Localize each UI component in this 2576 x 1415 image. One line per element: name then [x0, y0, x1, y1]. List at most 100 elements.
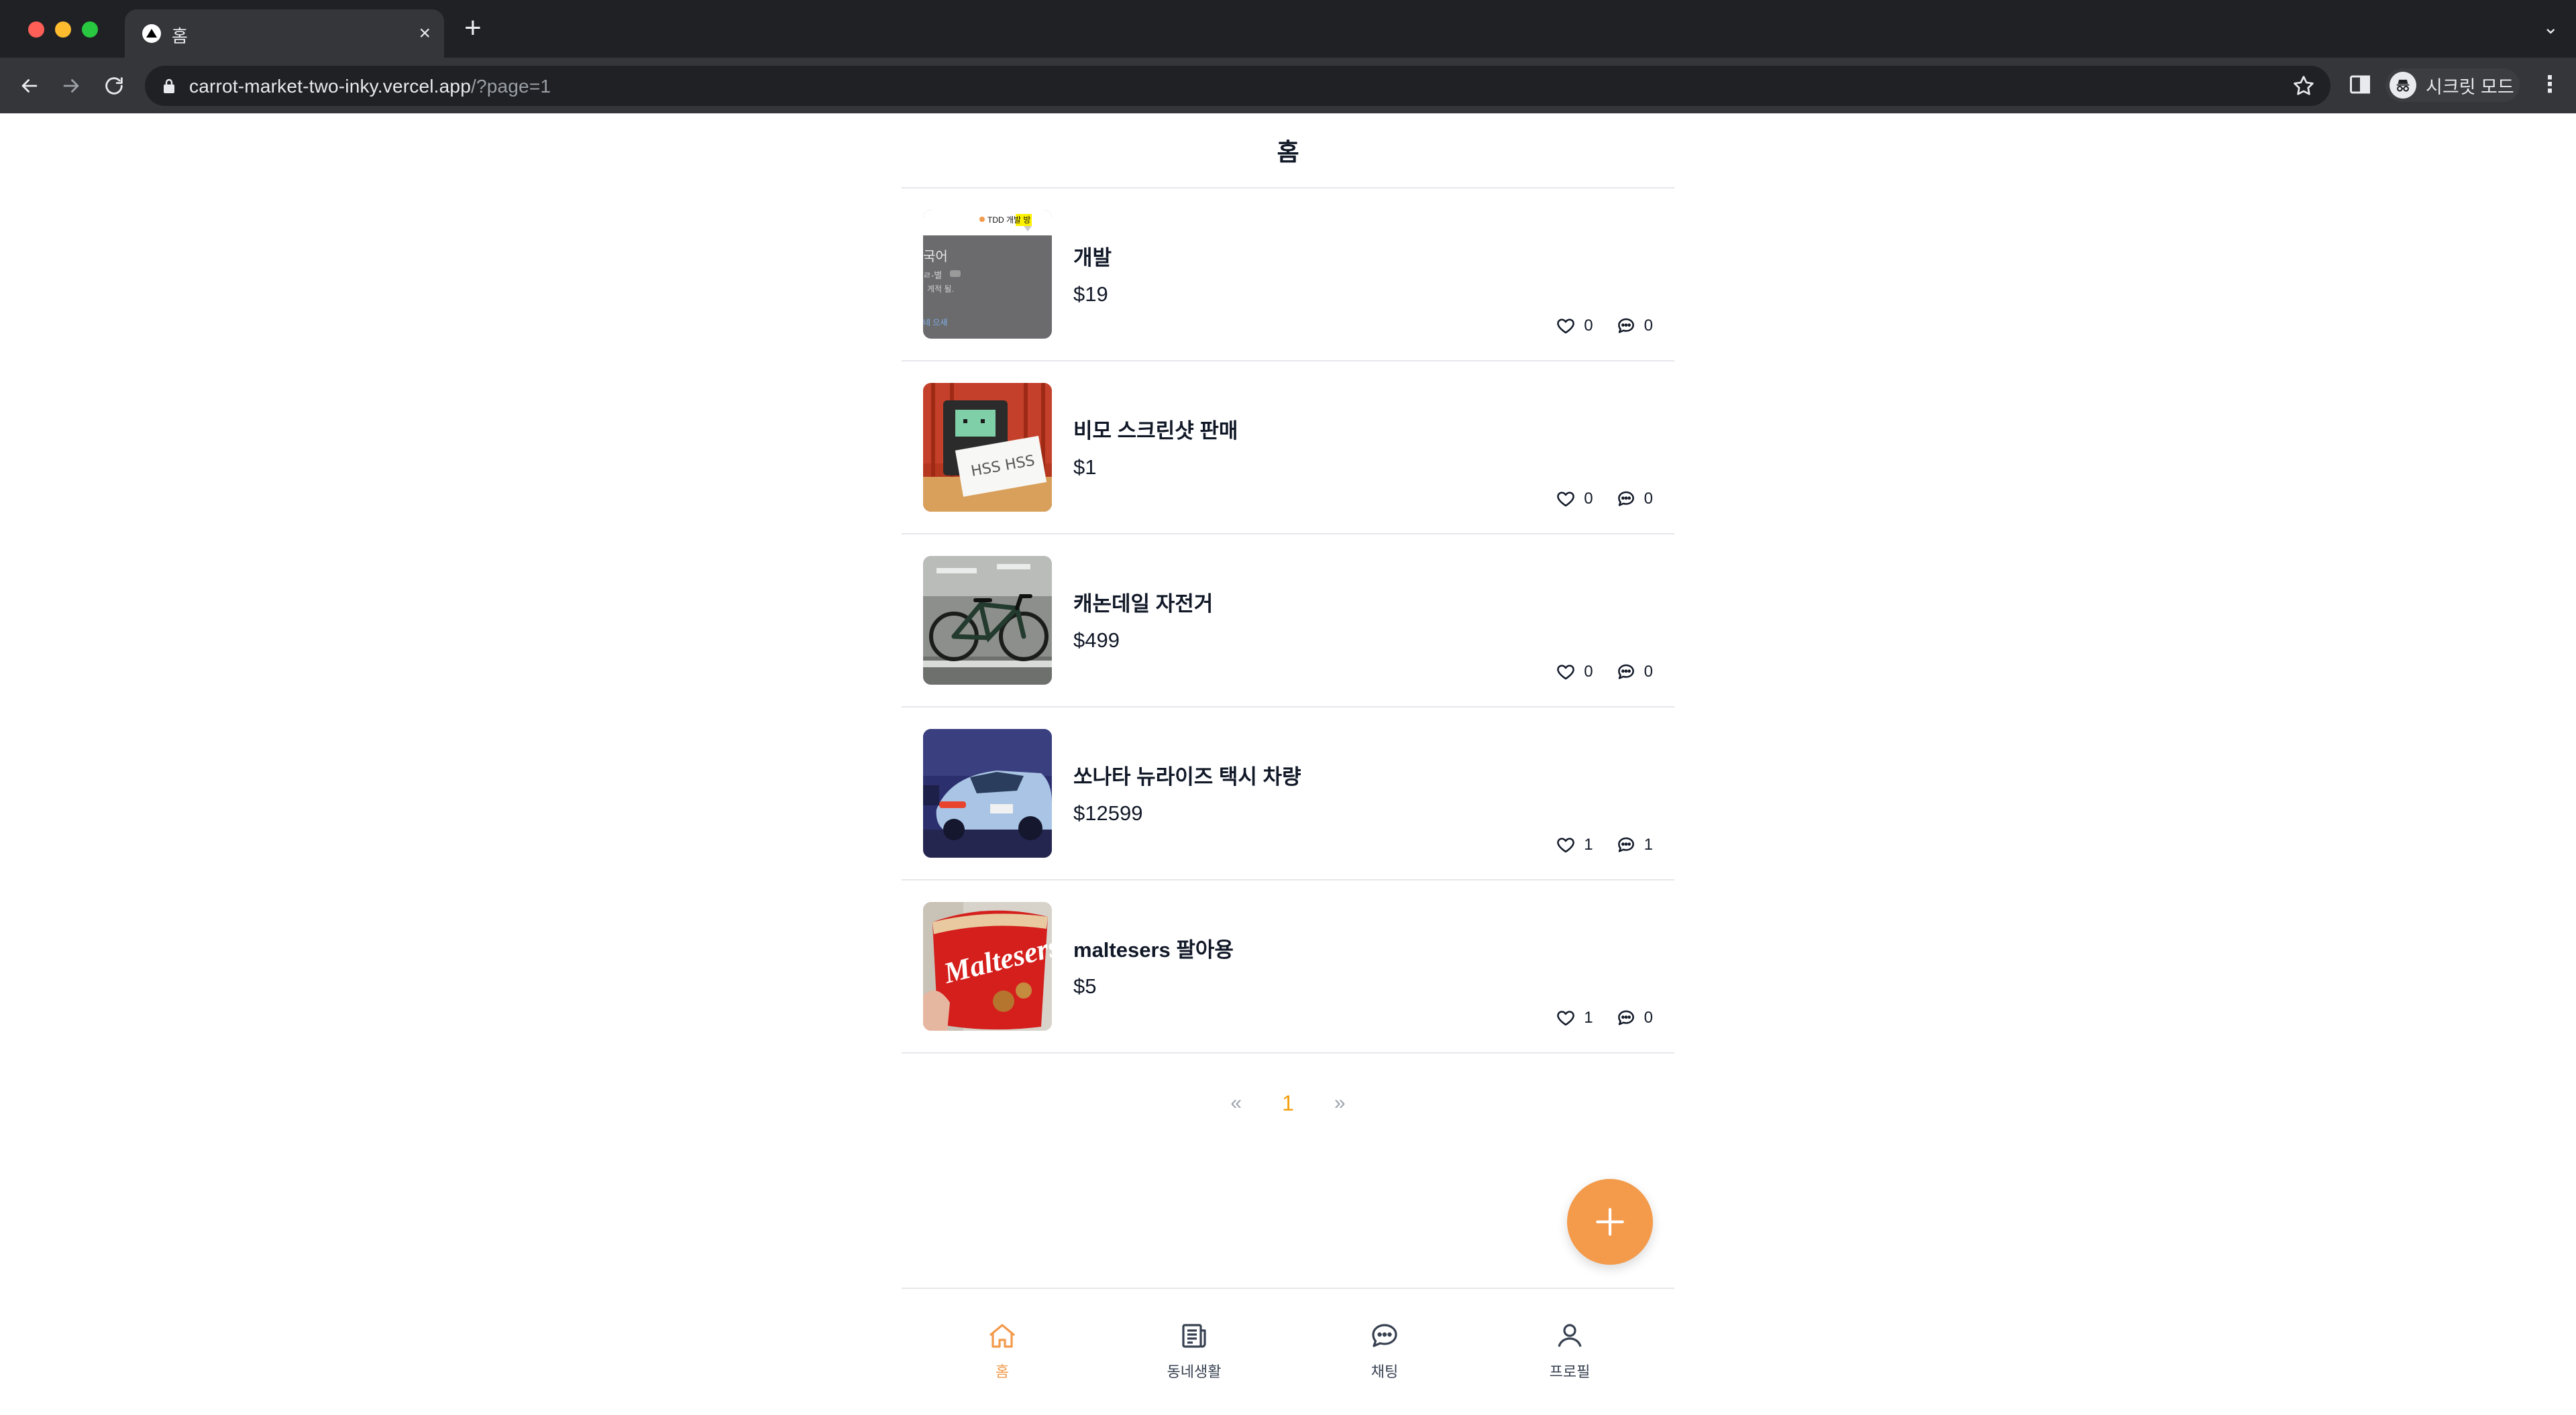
product-thumbnail: Maltesers — [923, 902, 1052, 1031]
comment-count: 0 — [1616, 489, 1653, 509]
heart-icon — [1557, 838, 1575, 853]
nav-item-home[interactable]: 홈 — [955, 1320, 1049, 1381]
chat-bubble-icon — [1617, 318, 1634, 333]
url-text: carrot-market-two-inky.vercel.app/?page=… — [189, 76, 551, 97]
heart-icon — [1557, 665, 1575, 680]
product-stats: 0 0 — [1556, 316, 1653, 336]
svg-text:게적 될.: 게적 될. — [927, 284, 954, 294]
product-stats: 1 1 — [1556, 835, 1653, 855]
like-count: 1 — [1556, 835, 1593, 855]
chat-bubble-icon — [1617, 664, 1634, 679]
product-price: $19 — [1073, 282, 1108, 306]
comment-count: 1 — [1616, 835, 1653, 855]
product-stats: 1 0 — [1556, 1008, 1653, 1028]
product-title: 개발 — [1073, 246, 1112, 270]
next-page-button[interactable]: » — [1334, 1092, 1346, 1115]
add-product-button[interactable] — [1567, 1179, 1653, 1265]
like-count-value: 0 — [1584, 663, 1593, 681]
product-title: 캐논데일 자전거 — [1073, 592, 1214, 616]
heart-icon — [1557, 319, 1575, 334]
incognito-badge[interactable]: 시크릿 모드 — [2385, 68, 2520, 102]
nav-label-chat: 채팅 — [1371, 1363, 1399, 1380]
nav-label-community: 동네생활 — [1167, 1363, 1222, 1380]
reload-button[interactable] — [95, 67, 133, 105]
like-count-value: 0 — [1584, 317, 1593, 335]
page-title: 홈 — [1277, 138, 1299, 166]
product-item[interactable]: Maltesers maltesers 팔아용 $5 1 0 — [902, 881, 1674, 1054]
maximize-window-button[interactable] — [82, 21, 98, 38]
current-page-number[interactable]: 1 — [1282, 1091, 1294, 1116]
browser-menu-icon[interactable]: ⋮ — [2538, 72, 2561, 97]
heart-icon — [1557, 492, 1575, 507]
chat-bubble-icon — [1617, 491, 1634, 506]
comment-count-value: 0 — [1644, 317, 1653, 335]
side-panel-icon[interactable] — [2348, 72, 2372, 97]
product-price: $12599 — [1073, 801, 1143, 825]
comment-count: 0 — [1616, 316, 1653, 336]
user-icon — [1558, 1324, 1582, 1347]
nav-item-chat[interactable]: 채팅 — [1338, 1320, 1432, 1381]
like-count: 0 — [1556, 316, 1593, 336]
arrow-left-icon — [21, 79, 38, 93]
lock-icon — [164, 78, 174, 93]
app-container: 홈 TDD 개발 방 국어 ㄹ-별 게적 될. 네 으새 개발 $19 0 0 … — [902, 113, 1674, 1415]
product-thumbnail — [923, 729, 1052, 858]
nav-label-profile: 프로필 — [1549, 1363, 1591, 1380]
bookmark-star-icon[interactable] — [2292, 74, 2316, 98]
product-title: 쏘나타 뉴라이즈 택시 차량 — [1073, 765, 1301, 789]
product-title: maltesers 팔아용 — [1073, 938, 1234, 962]
comment-count-value: 0 — [1644, 490, 1653, 508]
newspaper-icon — [1182, 1324, 1206, 1348]
tab-close-icon[interactable]: × — [419, 20, 431, 47]
browser-tab[interactable]: 홈 × — [125, 9, 444, 58]
like-count: 0 — [1556, 662, 1593, 682]
like-count: 1 — [1556, 1008, 1593, 1028]
url-path: /?page=1 — [470, 76, 551, 97]
chat-icon — [1372, 1324, 1397, 1347]
plus-icon — [1596, 1208, 1624, 1236]
svg-text:TDD 개발 방: TDD 개발 방 — [987, 215, 1030, 225]
nav-label-home: 홈 — [995, 1363, 1010, 1380]
pagination: « 1 » — [902, 1083, 1674, 1123]
product-stats: 0 0 — [1556, 662, 1653, 682]
product-thumbnail: HSS HSS — [923, 383, 1052, 512]
chat-bubble-icon — [1617, 1010, 1634, 1025]
product-stats: 0 0 — [1556, 489, 1653, 509]
product-title: 비모 스크린샷 판매 — [1073, 419, 1238, 443]
url-host: carrot-market-two-inky.vercel.app — [189, 76, 471, 97]
chat-bubble-icon — [1617, 837, 1634, 852]
svg-text:국어: 국어 — [923, 249, 948, 264]
comment-count-value: 0 — [1644, 663, 1653, 681]
product-item[interactable]: 캐논데일 자전거 $499 0 0 — [902, 534, 1674, 708]
product-item[interactable]: HSS HSS 비모 스크린샷 판매 $1 0 0 — [902, 361, 1674, 534]
product-price: $499 — [1073, 628, 1120, 652]
svg-text:ㄹ-별: ㄹ-별 — [923, 270, 942, 280]
back-button[interactable] — [11, 67, 48, 105]
product-price: $5 — [1073, 974, 1097, 998]
arrow-right-icon — [63, 79, 79, 93]
tab-strip: 홈 × + ⌄ — [0, 0, 2576, 58]
product-thumbnail — [923, 556, 1052, 685]
product-item[interactable]: 쏘나타 뉴라이즈 택시 차량 $12599 1 1 — [902, 708, 1674, 881]
forward-button[interactable] — [52, 67, 90, 105]
comment-count-value: 1 — [1644, 836, 1653, 854]
incognito-icon — [2390, 72, 2416, 99]
tab-title: 홈 — [172, 26, 188, 46]
browser-toolbar: carrot-market-two-inky.vercel.app/?page=… — [0, 58, 2576, 113]
like-count-value: 0 — [1584, 490, 1593, 508]
product-item[interactable]: TDD 개발 방 국어 ㄹ-별 게적 될. 네 으새 개발 $19 0 0 — [902, 188, 1674, 361]
comment-count: 0 — [1616, 662, 1653, 682]
heart-icon — [1557, 1011, 1575, 1026]
bottom-navigation: 홈 동네생활 채팅 프로필 — [902, 1288, 1674, 1415]
address-bar[interactable]: carrot-market-two-inky.vercel.app/?page=… — [145, 66, 2330, 106]
close-window-button[interactable] — [28, 21, 44, 38]
tab-search-icon[interactable]: ⌄ — [2543, 16, 2559, 38]
minimize-window-button[interactable] — [55, 21, 71, 38]
incognito-label: 시크릿 모드 — [2426, 76, 2514, 97]
browser-chrome: 홈 × + ⌄ carrot-market-two-inky.vercel.ap… — [0, 0, 2576, 113]
prev-page-button[interactable]: « — [1230, 1092, 1242, 1115]
nav-item-profile[interactable]: 프로필 — [1523, 1320, 1617, 1381]
nav-item-community[interactable]: 동네생활 — [1147, 1320, 1241, 1381]
comment-count: 0 — [1616, 1008, 1653, 1028]
new-tab-button[interactable]: + — [464, 13, 482, 43]
